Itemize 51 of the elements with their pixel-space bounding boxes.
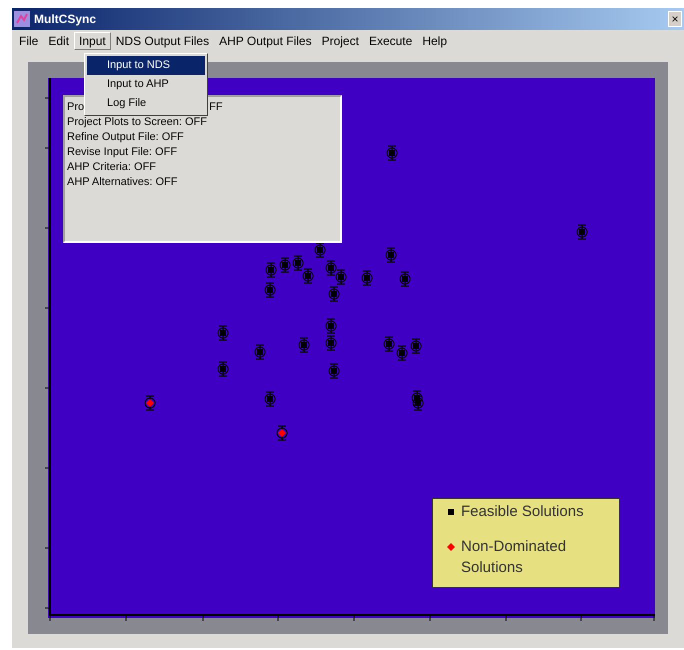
setting-text: Project Plots to Screen: OFF [67, 115, 207, 130]
menu-item[interactable]: Edit [43, 32, 74, 50]
feasible-point [326, 260, 336, 276]
feasible-point [218, 361, 228, 377]
close-button[interactable]: × [668, 11, 682, 27]
dropdown-item[interactable]: Input to AHP [87, 75, 205, 94]
feasible-point [254, 344, 266, 360]
feasible-point [264, 282, 276, 298]
feasible-point [326, 335, 336, 351]
feasible-point [266, 262, 276, 278]
feasible-point [298, 337, 310, 353]
feasible-point [326, 318, 336, 334]
legend-label: Non-Dominated Solutions [461, 537, 568, 578]
menu-item[interactable]: Input [74, 32, 111, 50]
window-title: MultCSync [34, 12, 98, 26]
app-icon [14, 11, 30, 27]
menu-item[interactable]: AHP Output Files [214, 32, 317, 50]
feasible-point [384, 336, 394, 352]
feasible-point [328, 286, 340, 302]
feasible-point [292, 255, 304, 271]
feasible-point [218, 325, 228, 341]
legend-label: Feasible Solutions [461, 502, 584, 522]
setting-text: Pro [67, 100, 84, 115]
menu-item[interactable]: Execute [364, 32, 418, 50]
feasible-point [328, 363, 340, 379]
setting-text: Revise Input File: OFF [67, 145, 178, 160]
menu-item[interactable]: NDS Output Files [110, 32, 214, 50]
setting-text: Refine Output File: OFF [67, 130, 184, 145]
setting-text: FF [209, 100, 223, 115]
non-dominated-point [144, 395, 156, 411]
menu-item[interactable]: Help [417, 32, 452, 50]
feasible-point [362, 270, 372, 286]
setting-text: AHP Alternatives: OFF [67, 175, 178, 190]
dropdown-item[interactable]: Log File [87, 94, 205, 113]
feasible-point [400, 271, 410, 287]
feasible-point [264, 391, 276, 407]
dropdown-item[interactable]: Input to NDS [87, 56, 205, 75]
feasible-point [396, 345, 408, 361]
feasible-point [576, 224, 588, 240]
non-dominated-point [276, 425, 288, 441]
feasible-point [410, 338, 422, 354]
feasible-point [302, 268, 314, 284]
feasible-point [386, 145, 398, 161]
feasible-point [314, 242, 326, 258]
setting-text: AHP Criteria: OFF [67, 160, 156, 175]
menu-item[interactable]: Project [316, 32, 364, 50]
feasible-point [336, 269, 346, 285]
feasible-point [280, 257, 290, 273]
menu-item[interactable]: File [14, 32, 44, 50]
feasible-point [412, 395, 424, 411]
feasible-point [386, 247, 396, 263]
